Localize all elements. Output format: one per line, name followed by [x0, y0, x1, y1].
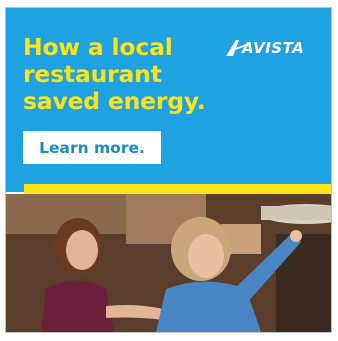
headline-line-1: How a local [23, 33, 173, 61]
restaurant-photo [6, 194, 331, 332]
headline-line-3: saved energy. [23, 87, 206, 115]
brand-name: AVISTA [242, 39, 305, 57]
ad-banner[interactable]: How a local restaurant saved energy. AVI… [5, 7, 332, 333]
restaurant-scene-illustration [6, 194, 331, 332]
headline-line-2: restaurant [23, 60, 162, 88]
ad-headline: How a local restaurant saved energy. [23, 34, 243, 115]
learn-more-button[interactable]: Learn more. [23, 131, 161, 164]
avista-logo: AVISTA [224, 38, 324, 58]
yellow-accent-stripe [24, 184, 331, 194]
ad-top-panel: How a local restaurant saved energy. AVI… [6, 8, 331, 192]
